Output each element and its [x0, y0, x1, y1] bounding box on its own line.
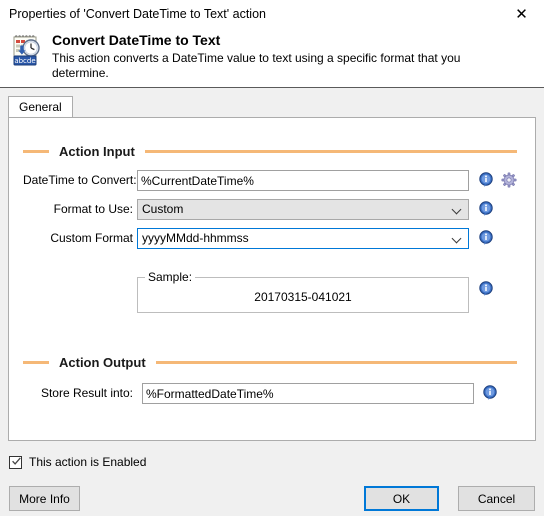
section-rule-right	[155, 360, 517, 364]
close-button[interactable]: ✕	[499, 0, 544, 29]
dialog-header: abcde Convert DateTime to Text This acti…	[0, 29, 544, 88]
section-action-output: Action Output	[9, 354, 535, 370]
label-format-to-use: Format to Use:	[53, 202, 133, 216]
tab-general[interactable]: General	[8, 96, 73, 117]
enabled-checkbox[interactable]: This action is Enabled	[9, 454, 146, 470]
section-action-input: Action Input	[9, 143, 535, 159]
sample-label: Sample:	[145, 270, 196, 284]
section-rule-left	[23, 149, 49, 153]
section-rule-left	[23, 360, 49, 364]
store-result-into-input[interactable]	[142, 383, 474, 404]
enabled-checkbox-label: This action is Enabled	[29, 455, 147, 469]
close-icon: ✕	[515, 5, 528, 23]
checkbox-box[interactable]	[9, 455, 22, 469]
chevron-down-icon[interactable]	[449, 200, 463, 219]
info-icon[interactable]	[478, 230, 494, 246]
label-store-result-into: Store Result into:	[40, 386, 133, 400]
info-icon[interactable]	[478, 281, 494, 297]
datetime-to-convert-input[interactable]	[137, 170, 469, 191]
calendar-clock-abcde-icon: abcde	[10, 32, 46, 68]
ok-button[interactable]: OK	[364, 486, 439, 511]
gear-icon[interactable]	[501, 172, 517, 188]
more-info-button[interactable]: More Info	[9, 486, 80, 511]
general-tab-panel: Action Input DateTime to Convert: Format…	[8, 117, 536, 441]
info-icon[interactable]	[482, 385, 498, 401]
sample-groupbox: Sample: 20170315-041021	[137, 270, 469, 313]
format-to-use-value: Custom	[142, 202, 184, 216]
custom-format-value: yyyyMMdd-hhmmss	[142, 231, 249, 245]
sample-value: 20170315-041021	[254, 290, 352, 304]
check-icon	[12, 456, 21, 465]
svg-text:abcde: abcde	[14, 57, 35, 65]
info-icon[interactable]	[478, 172, 494, 188]
tab-general-label: General	[19, 100, 62, 114]
format-to-use-combobox[interactable]: Custom	[137, 199, 469, 220]
section-rule-right	[144, 149, 517, 153]
custom-format-combobox[interactable]: yyyyMMdd-hhmmss	[137, 228, 469, 249]
section-action-output-label: Action Output	[59, 354, 146, 370]
label-custom-format: Custom Format	[50, 231, 133, 245]
title-bar: Properties of 'Convert DateTime to Text'…	[0, 0, 544, 30]
section-action-input-label: Action Input	[59, 143, 135, 159]
cancel-button[interactable]: Cancel	[458, 486, 535, 511]
chevron-down-icon[interactable]	[449, 229, 463, 248]
info-icon[interactable]	[478, 201, 494, 217]
window-title: Properties of 'Convert DateTime to Text'…	[9, 7, 266, 21]
tab-strip: General	[8, 96, 536, 117]
action-description: This action converts a DateTime value to…	[52, 51, 461, 80]
label-datetime-to-convert: DateTime to Convert:	[23, 173, 137, 187]
action-title: Convert DateTime to Text	[52, 32, 221, 48]
